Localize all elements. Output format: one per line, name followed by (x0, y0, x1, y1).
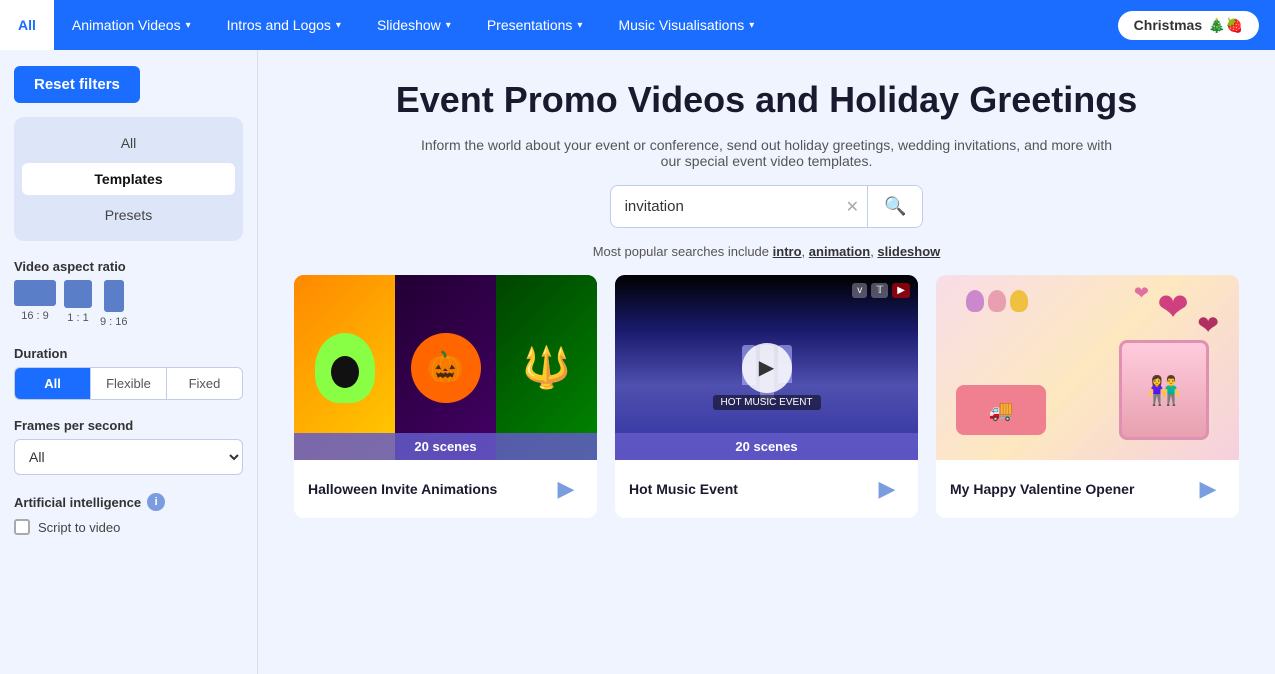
aspect-ratio-group: 16 : 9 1 : 1 9 : 16 (14, 280, 243, 328)
chevron-down-icon: ▾ (446, 20, 451, 31)
duration-title: Duration (14, 346, 243, 361)
aspect-9-16[interactable]: 9 : 16 (100, 280, 128, 328)
ai-header: Artificial intelligence i (14, 493, 243, 511)
fps-section: Frames per second All 24 25 30 60 (14, 414, 243, 475)
search-button[interactable]: 🔍 (867, 186, 922, 227)
script-to-video-checkbox-row[interactable]: Script to video (14, 519, 243, 535)
duration-all[interactable]: All (15, 368, 90, 399)
card-play-music[interactable]: ▶ (870, 472, 904, 506)
filter-presets[interactable]: Presets (22, 199, 235, 231)
filter-templates[interactable]: Templates (22, 163, 235, 195)
balloons (966, 290, 1028, 312)
nav-item-slideshow[interactable]: Slideshow ▾ (359, 0, 469, 50)
card-info-music: Hot Music Event ▶ (615, 460, 918, 518)
aspect-16-9[interactable]: 16 : 9 (14, 280, 56, 328)
popular-searches: Most popular searches include intro, ani… (294, 244, 1239, 259)
halloween-scenes-badge: 20 scenes (294, 433, 597, 460)
heart-icon-1: ❤ (1157, 285, 1189, 330)
aspect-1-1[interactable]: 1 : 1 (64, 280, 92, 328)
filter-all[interactable]: All (22, 127, 235, 159)
card-valentine: ❤ ❤ ❤ 🚚 👫 My (936, 275, 1239, 518)
nav-item-animation-videos[interactable]: Animation Videos ▾ (54, 0, 209, 50)
filter-type-group: All Templates Presets (14, 117, 243, 241)
card-thumb-music[interactable]: v 𝕋 ▶ HOT MUSIC EVENT ▶ 20 scenes (615, 275, 918, 460)
info-icon[interactable]: i (147, 493, 165, 511)
clear-icon[interactable]: ✕ (838, 197, 867, 217)
nav-label-music-vis: Music Visualisations (618, 17, 744, 33)
duration-flexible[interactable]: Flexible (90, 368, 166, 399)
search-input[interactable] (611, 188, 838, 225)
sidebar: Reset filters All Templates Presets Vide… (0, 50, 258, 674)
aspect-wide-icon (14, 280, 56, 306)
card-title-valentine: My Happy Valentine Opener (950, 480, 1134, 498)
script-to-video-checkbox[interactable] (14, 519, 30, 535)
duration-fixed[interactable]: Fixed (166, 368, 242, 399)
duration-group: All Flexible Fixed (14, 367, 243, 400)
christmas-icon: 🎄🍓 (1208, 17, 1243, 34)
chevron-down-icon: ▾ (577, 20, 582, 31)
christmas-button[interactable]: Christmas 🎄🍓 (1118, 11, 1259, 40)
nav-item-presentations[interactable]: Presentations ▾ (469, 0, 601, 50)
chevron-down-icon: ▾ (749, 20, 754, 31)
card-title-halloween: Halloween Invite Animations (308, 480, 497, 498)
nav-label-intros-logos: Intros and Logos (227, 17, 331, 33)
nav-item-music-vis[interactable]: Music Visualisations ▾ (600, 0, 772, 50)
popular-link-intro[interactable]: intro (773, 244, 802, 259)
card-info-valentine: My Happy Valentine Opener ▶ (936, 460, 1239, 518)
page-subtitle: Inform the world about your event or con… (417, 137, 1117, 169)
card-play-valentine[interactable]: ▶ (1191, 472, 1225, 506)
fps-title: Frames per second (14, 418, 243, 433)
aspect-16-9-label: 16 : 9 (21, 310, 49, 322)
aspect-ratio-title: Video aspect ratio (14, 259, 243, 274)
aspect-ratio-section: Video aspect ratio 16 : 9 1 : 1 9 : 16 (14, 255, 243, 328)
ai-title: Artificial intelligence (14, 495, 141, 510)
popular-link-animation[interactable]: animation (809, 244, 870, 259)
nav-label-slideshow: Slideshow (377, 17, 441, 33)
fps-select[interactable]: All 24 25 30 60 (14, 439, 243, 475)
top-nav: All Animation Videos ▾ Intros and Logos … (0, 0, 1275, 50)
main-content: Event Promo Videos and Holiday Greetings… (258, 50, 1275, 674)
heart-icon-2: ❤ (1197, 310, 1219, 341)
chevron-down-icon: ▾ (186, 20, 191, 31)
aspect-1-1-label: 1 : 1 (67, 312, 88, 324)
aspect-9-16-label: 9 : 16 (100, 316, 128, 328)
card-thumb-valentine[interactable]: ❤ ❤ ❤ 🚚 👫 (936, 275, 1239, 460)
heart-icon-3: ❤ (1134, 283, 1149, 304)
body-wrap: Reset filters All Templates Presets Vide… (0, 50, 1275, 674)
cards-row: 🎃 🔱 20 scenes Halloween Invite Animation… (294, 275, 1239, 518)
music-event-text: HOT MUSIC EVENT (712, 395, 820, 410)
popular-link-slideshow[interactable]: slideshow (877, 244, 940, 259)
nav-label-all: All (18, 17, 36, 33)
nav-label-presentations: Presentations (487, 17, 573, 33)
couple-frame: 👫 (1119, 340, 1209, 440)
truck-icon: 🚚 (956, 385, 1046, 435)
play-overlay-music[interactable]: ▶ (742, 343, 792, 393)
script-to-video-label: Script to video (38, 520, 120, 535)
search-bar: ✕ 🔍 (610, 185, 924, 228)
card-halloween: 🎃 🔱 20 scenes Halloween Invite Animation… (294, 275, 597, 518)
card-hot-music: v 𝕋 ▶ HOT MUSIC EVENT ▶ 20 scenes Hot Mu… (615, 275, 918, 518)
nav-label-animation-videos: Animation Videos (72, 17, 181, 33)
christmas-label: Christmas (1134, 17, 1202, 33)
duration-section: Duration All Flexible Fixed (14, 342, 243, 400)
card-info-halloween: Halloween Invite Animations ▶ (294, 460, 597, 518)
nav-item-all[interactable]: All (0, 0, 54, 50)
search-icon: 🔍 (884, 196, 906, 216)
chevron-down-icon: ▾ (336, 20, 341, 31)
nav-item-intros-logos[interactable]: Intros and Logos ▾ (209, 0, 359, 50)
card-play-halloween[interactable]: ▶ (549, 472, 583, 506)
page-title: Event Promo Videos and Holiday Greetings (294, 78, 1239, 121)
aspect-tall-icon (104, 280, 124, 312)
ai-section: Artificial intelligence i Script to vide… (14, 493, 243, 535)
card-title-music: Hot Music Event (629, 480, 738, 498)
aspect-square-icon (64, 280, 92, 308)
reset-filters-button[interactable]: Reset filters (14, 66, 140, 103)
music-scenes-badge: 20 scenes (615, 433, 918, 460)
card-thumb-halloween[interactable]: 🎃 🔱 20 scenes (294, 275, 597, 460)
